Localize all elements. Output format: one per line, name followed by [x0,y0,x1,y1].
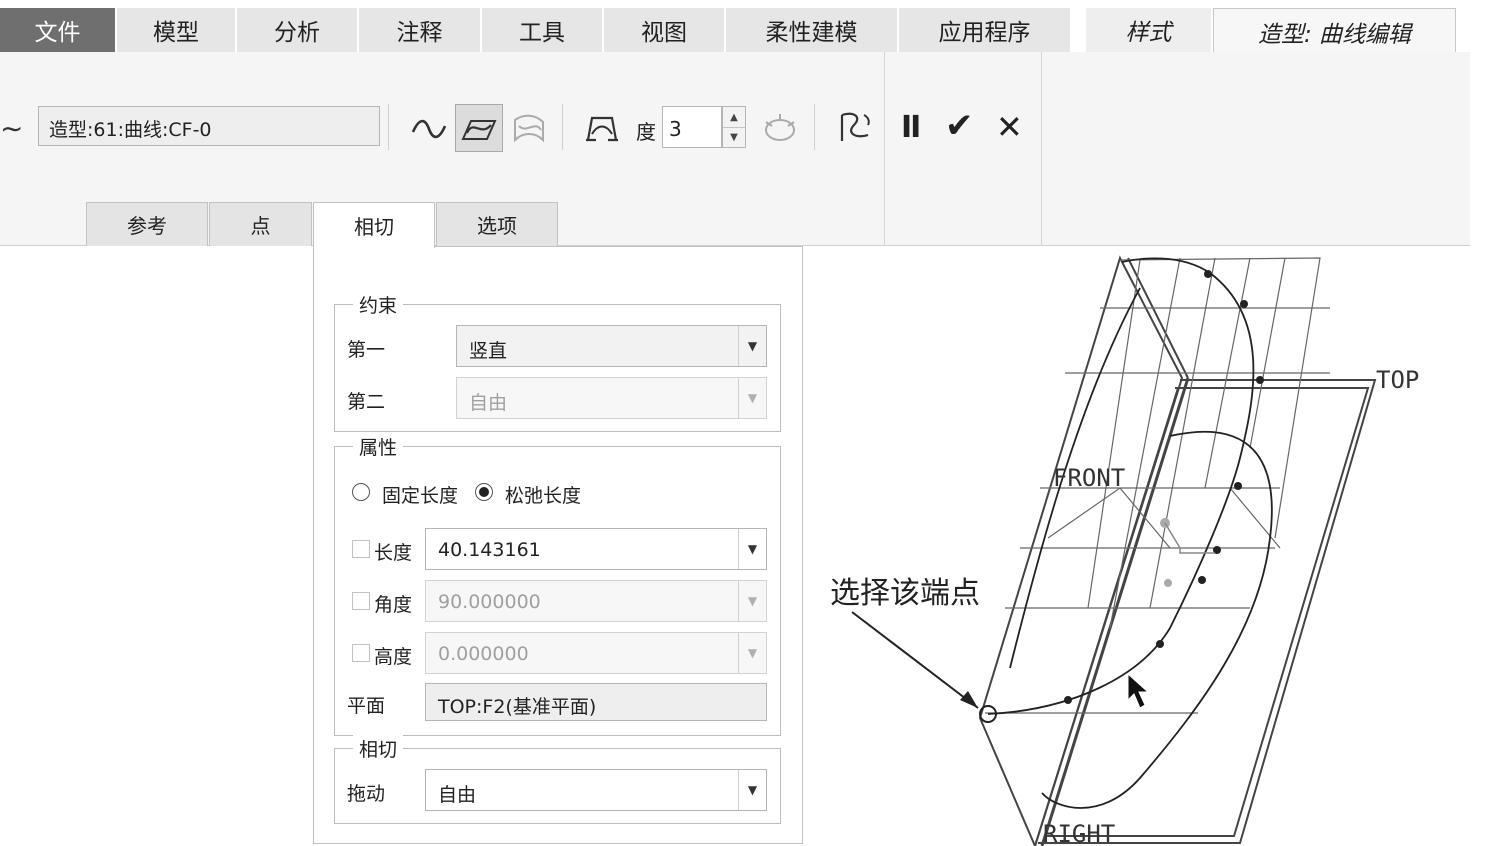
tangent-title: 相切 [353,735,404,762]
top-plane-outline [1038,379,1377,844]
curve-analysis-icon[interactable] [832,104,878,150]
callout-arrow [851,611,979,709]
height-label: 高度 [374,646,413,668]
degree-label: 度 [636,120,656,144]
tab-options[interactable]: 选项 [436,202,558,246]
second-constraint-label: 第二 [347,391,386,413]
planar-curve-icon[interactable] [455,104,503,152]
degree-spinner[interactable]: ▲ ▼ [722,106,746,148]
plane-label-top: TOP [1376,366,1419,394]
length-input[interactable]: 40.143161 ▼ [425,528,767,570]
tab-analysis[interactable]: 分析 [237,8,358,52]
relaxed-length-radio[interactable] [475,483,493,501]
ribbon-tabs: 文件 模型 分析 注释 工具 视图 柔性建模 应用程序 样式 造型: 曲线编辑 [0,8,1470,54]
control-point[interactable] [1234,482,1242,490]
control-point[interactable] [1198,576,1206,584]
plane-label: 平面 [347,695,386,717]
top-plane-inner [1045,387,1370,837]
plane-field[interactable]: TOP:F2(基准平面) [425,683,767,721]
angle-checkbox[interactable] [352,592,370,610]
pause-button[interactable]: II [901,110,921,145]
curvature-icon[interactable] [758,106,802,150]
relaxed-length-label: 松弛长度 [505,485,582,507]
curve-type-icon: ∼ [0,112,24,145]
plane-label-front: FRONT [1053,464,1125,492]
angle-input[interactable]: 90.000000 ▼ [425,580,767,622]
second-constraint-value: 自由 [469,392,508,414]
plane-label-right: RIGHT [1043,820,1115,846]
tab-file[interactable]: 文件 [0,8,116,52]
degree-input[interactable]: 3 [662,106,722,148]
tab-annotate[interactable]: 注释 [359,8,481,52]
toolbar-separator [814,104,815,150]
constraint-title: 约束 [353,291,404,318]
curve-name-field[interactable]: 造型:61:曲线:CF-0 [38,106,380,146]
control-point[interactable] [1204,270,1212,278]
grid-line [1109,257,1181,629]
tab-flexible-modeling[interactable]: 柔性建模 [726,8,898,52]
chevron-down-icon: ▼ [738,326,766,366]
first-constraint-select[interactable]: 竖直 ▼ [456,325,767,367]
tab-points[interactable]: 点 [209,202,312,246]
tab-model[interactable]: 模型 [117,8,236,52]
height-checkbox[interactable] [352,644,370,662]
length-value: 40.143161 [438,539,541,561]
front-plane-outline [978,255,1184,846]
plane-edge [1127,257,1189,379]
tab-view[interactable]: 视图 [604,8,725,52]
chevron-down-icon: ▼ [738,529,766,569]
tab-applications[interactable]: 应用程序 [899,8,1071,52]
control-point[interactable] [1256,376,1264,384]
length-label: 长度 [374,542,413,564]
fixed-length-label: 固定长度 [382,485,459,507]
chevron-down-icon: ▼ [738,770,766,810]
callout-arrowhead [960,691,978,708]
grid-line [1249,257,1286,449]
control-point[interactable] [1064,696,1072,704]
cancel-button[interactable]: ✕ [996,108,1023,146]
drag-select[interactable]: 自由 ▼ [425,769,767,811]
spin-down-icon[interactable]: ▼ [723,127,745,147]
ok-button[interactable]: ✔ [945,106,974,146]
angle-label: 角度 [374,594,413,616]
ribbon-separator [884,52,885,246]
edge-line [1034,387,1179,846]
graphics-window[interactable]: TOP FRONT RIGHT [810,248,1490,846]
tab-tangency[interactable]: 相切 [313,202,435,248]
height-input[interactable]: 0.000000 ▼ [425,632,767,674]
tab-style[interactable]: 样式 [1086,8,1212,52]
free-curve-icon[interactable] [408,108,450,150]
drag-value: 自由 [438,784,477,806]
mouse-cursor-icon [1127,672,1150,709]
control-point[interactable] [1240,300,1248,308]
control-point[interactable] [1164,579,1172,587]
length-checkbox[interactable] [352,540,370,558]
chevron-down-icon: ▼ [738,378,766,418]
toolbar-separator [562,104,563,150]
first-constraint-value: 竖直 [469,340,508,362]
fixed-length-radio[interactable] [352,483,370,501]
height-value: 0.000000 [438,643,529,665]
drag-label: 拖动 [347,783,386,805]
chevron-down-icon: ▼ [738,633,766,673]
second-constraint-select[interactable]: 自由 ▼ [456,377,767,419]
control-point[interactable] [1156,640,1164,648]
ribbon-separator [1041,52,1042,246]
tab-style-curve-edit[interactable]: 造型: 曲线编辑 [1213,8,1456,54]
thick-edge [1040,377,1190,846]
angle-value: 90.000000 [438,591,541,613]
control-points-icon[interactable] [580,106,624,150]
chevron-down-icon: ▼ [738,581,766,621]
toolbar-separator [388,104,389,150]
first-constraint-label: 第一 [347,339,386,361]
tab-tools[interactable]: 工具 [482,8,603,52]
callout-label: 选择该端点 [830,576,980,611]
properties-title: 属性 [353,433,404,460]
tab-references[interactable]: 参考 [86,202,208,246]
cos-curve-icon[interactable] [508,106,550,150]
spin-up-icon[interactable]: ▲ [723,107,745,127]
